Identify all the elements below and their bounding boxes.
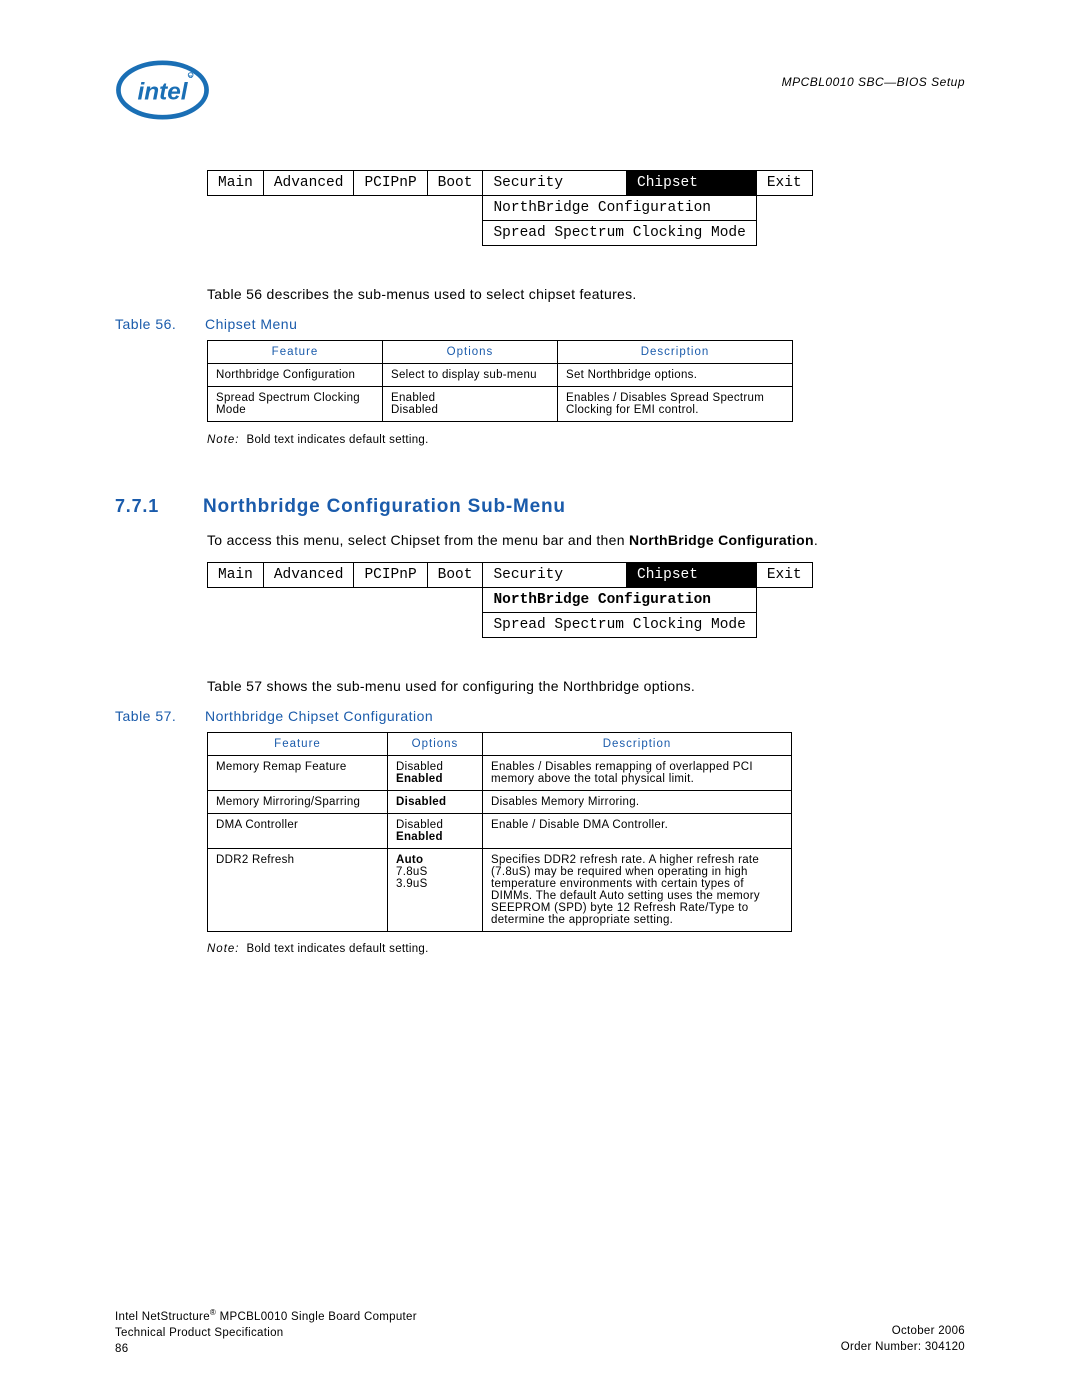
tab-boot: Boot [427,562,483,587]
table57: Feature Options Description Memory Remap… [207,732,792,932]
section-num: 7.7.1 [115,496,203,517]
th-options: Options [383,341,558,364]
table56-title: Chipset Menu [205,316,297,332]
para-table57-intro: Table 57 shows the sub-menu used for con… [207,678,965,694]
svg-text:intel: intel [137,78,188,105]
tab-exit: Exit [756,171,812,196]
page-footer: Intel NetStructure® MPCBL0010 Single Boa… [115,1307,965,1357]
th-description: Description [483,732,792,755]
tab-chipset: Chipset [627,562,757,587]
section-body: To access this menu, select Chipset from… [207,532,965,548]
table-row: Memory Remap Feature Disabled Enabled En… [208,755,792,790]
table-row: Spread Spectrum Clocking Mode Enabled Di… [208,387,793,422]
submenu-spread-spectrum: Spread Spectrum Clocking Mode [483,612,756,637]
table-row: Memory Mirroring/Sparring Disabled Disab… [208,790,792,813]
submenu-spread-spectrum: Spread Spectrum Clocking Mode [483,221,756,246]
table56-note: Note: Bold text indicates default settin… [207,434,965,446]
table56-num: Table 56. [115,316,205,332]
page-number: 86 [115,1343,128,1355]
bios-menu-1: Main Advanced PCIPnP Boot Security Chips… [207,170,813,246]
th-feature: Feature [208,732,388,755]
tab-pcipnp: PCIPnP [354,171,427,196]
table57-num: Table 57. [115,708,205,724]
submenu-northbridge-selected: NorthBridge Configuration [483,587,756,612]
tab-main: Main [208,562,264,587]
tab-advanced: Advanced [263,171,354,196]
header-doc-title: MPCBL0010 SBC—BIOS Setup [782,75,965,89]
table-row: DMA Controller Disabled Enabled Enable /… [208,813,792,848]
table57-note: Note: Bold text indicates default settin… [207,943,965,955]
table-row: DDR2 Refresh Auto 7.8uS 3.9uS Specifies … [208,848,792,931]
table-row: Northbridge Configuration Select to disp… [208,364,793,387]
tab-boot: Boot [427,171,483,196]
tab-chipset: Chipset [627,171,757,196]
bios-menu-2: Main Advanced PCIPnP Boot Security Chips… [207,562,813,638]
para-table56-intro: Table 56 describes the sub-menus used to… [207,286,965,302]
table56: Feature Options Description Northbridge … [207,340,793,422]
tab-pcipnp: PCIPnP [354,562,427,587]
submenu-northbridge: NorthBridge Configuration [483,196,756,221]
tab-main: Main [208,171,264,196]
tab-security: Security [483,171,627,196]
table56-caption: Table 56.Chipset Menu [115,316,965,332]
table57-caption: Table 57.Northbridge Chipset Configurati… [115,708,965,724]
page-header: intel R MPCBL0010 SBC—BIOS Setup [115,60,965,120]
th-feature: Feature [208,341,383,364]
section-title: Northbridge Configuration Sub-Menu [203,496,566,517]
tab-advanced: Advanced [263,562,354,587]
th-description: Description [558,341,793,364]
th-options: Options [388,732,483,755]
tab-security: Security [483,562,627,587]
tab-exit: Exit [756,562,812,587]
section-7-7-1-heading: 7.7.1Northbridge Configuration Sub-Menu [115,496,965,518]
intel-logo: intel R [115,60,210,120]
table57-title: Northbridge Chipset Configuration [205,708,433,724]
